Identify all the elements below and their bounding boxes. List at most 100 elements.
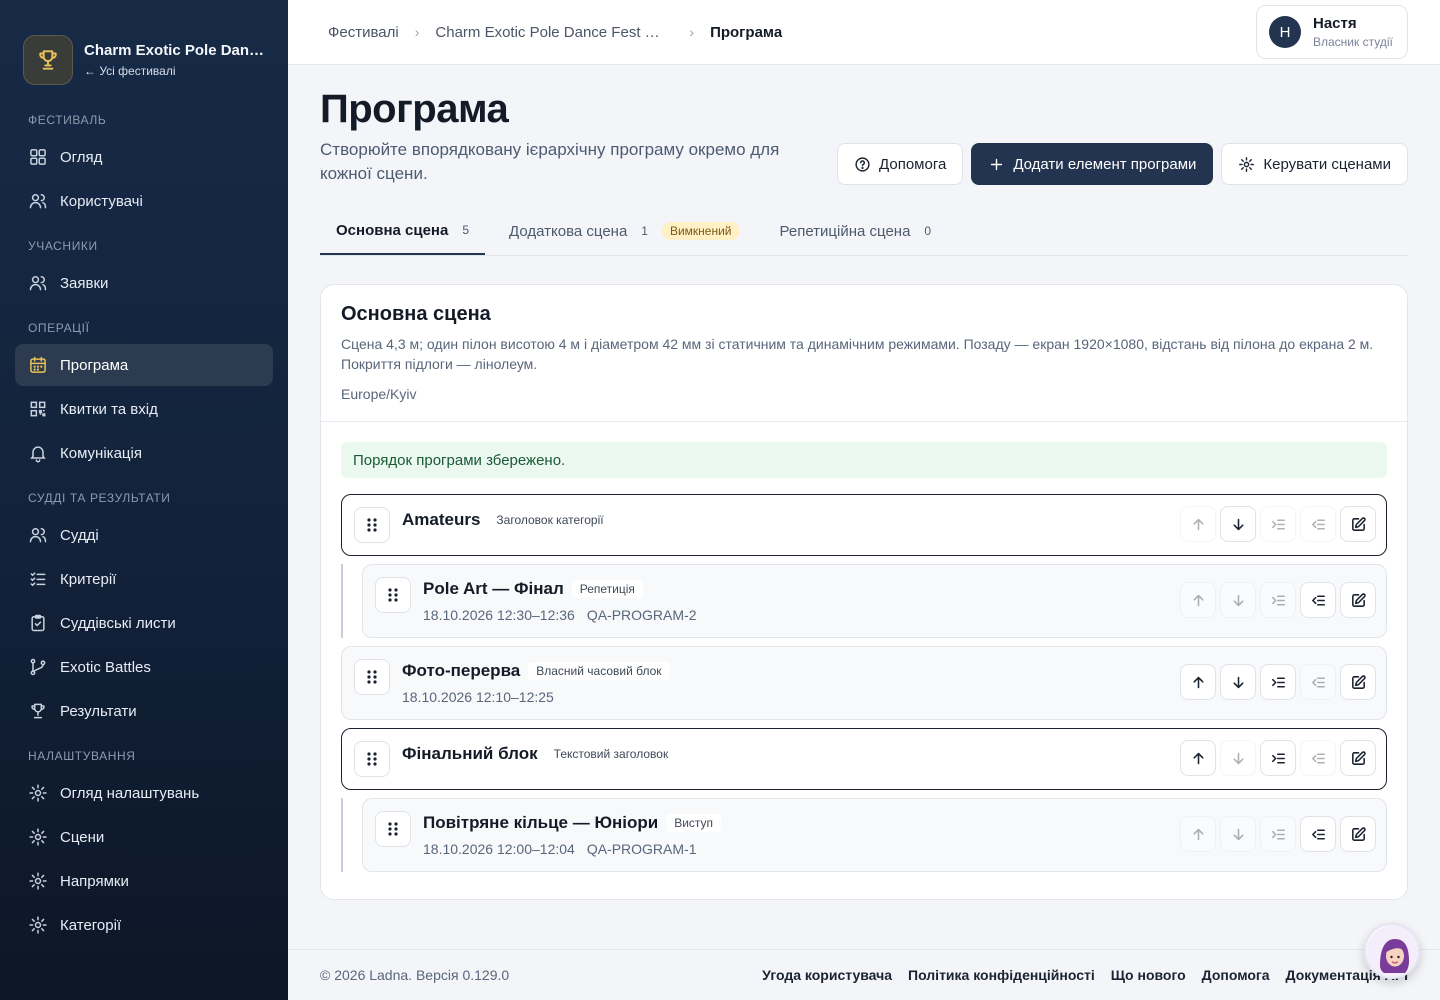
move-down-button[interactable] xyxy=(1220,506,1256,542)
footer-link-whats-new[interactable]: Що нового xyxy=(1111,967,1186,983)
nav-heading: Судді та результати xyxy=(28,491,171,505)
sidebar-item-label: Огляд налаштувань xyxy=(60,784,200,802)
page-title: Програма xyxy=(320,87,509,131)
edit-button[interactable] xyxy=(1340,664,1376,700)
user-name: Настя xyxy=(1313,15,1357,32)
all-festivals-link[interactable]: ← Усі фестивалі xyxy=(84,64,266,78)
sidebar-item[interactable]: Судді xyxy=(15,514,273,556)
sidebar-item[interactable]: Категорії xyxy=(15,904,273,946)
qr-icon xyxy=(28,399,48,419)
sidebar-item-label: Програма xyxy=(60,356,129,374)
move-down-button[interactable] xyxy=(1220,664,1256,700)
move-up-button[interactable] xyxy=(1180,740,1216,776)
sidebar-item[interactable]: Суддівські листи xyxy=(15,602,273,644)
edit-button[interactable] xyxy=(1340,506,1376,542)
main-content: Програма Створюйте впорядковану ієрархіч… xyxy=(288,65,1440,1000)
nav-heading: Налаштування xyxy=(28,749,136,763)
move-down-button xyxy=(1220,582,1256,618)
manage-stages-label: Керувати сценами xyxy=(1263,155,1391,173)
footer-link-help[interactable]: Допомога xyxy=(1202,967,1270,983)
indent-button xyxy=(1260,816,1296,852)
sidebar-item[interactable]: Квитки та вхід xyxy=(15,388,273,430)
outdent-button[interactable] xyxy=(1300,816,1336,852)
add-program-item-button[interactable]: Додати елемент програми xyxy=(971,143,1214,185)
stage-tab[interactable]: Основна сцена 5 xyxy=(320,207,486,255)
tab-label: Основна сцена xyxy=(336,221,449,239)
help-label: Допомога xyxy=(879,155,947,173)
sidebar-item[interactable]: Сцени xyxy=(15,816,273,858)
edit-button[interactable] xyxy=(1340,816,1376,852)
sidebar-item[interactable]: Заявки xyxy=(15,262,273,304)
stage-tab[interactable]: Репетиційна сцена 0 xyxy=(764,207,948,255)
move-up-button[interactable] xyxy=(1180,664,1216,700)
sidebar-item-label: Судді xyxy=(60,526,99,544)
stage-description: Сцена 4,3 м; один пілон висотою 4 м і ді… xyxy=(341,336,1374,372)
trophy-icon xyxy=(28,701,48,721)
edit-button[interactable] xyxy=(1340,740,1376,776)
sidebar-item-label: Суддівські листи xyxy=(60,614,176,632)
edit-button[interactable] xyxy=(1340,582,1376,618)
brand: Charm Exotic Pole Dance Fest — Autumn 20… xyxy=(0,0,288,96)
branch-icon xyxy=(28,657,48,677)
sidebar-item[interactable]: Результати xyxy=(15,690,273,732)
program-item-name: Фінальний блок xyxy=(402,744,538,763)
sidebar-item[interactable]: Програма xyxy=(15,344,273,386)
help-button[interactable]: Допомога xyxy=(837,143,964,185)
gear-icon xyxy=(28,783,48,803)
program-item-code: QA-PROGRAM-1 xyxy=(586,841,697,857)
breadcrumb: Фестивалі › Charm Exotic Pole Dance Fest… xyxy=(328,24,782,41)
drag-handle-icon[interactable] xyxy=(375,577,411,613)
manage-stages-button[interactable]: Керувати сценами xyxy=(1221,143,1408,185)
move-up-button xyxy=(1180,582,1216,618)
dashboard-icon xyxy=(28,147,48,167)
footer-link-terms[interactable]: Угода користувача xyxy=(762,967,892,983)
sidebar-item[interactable]: Критерії xyxy=(15,558,273,600)
assistant-avatar-icon[interactable] xyxy=(1364,923,1420,979)
tab-count: 1 xyxy=(641,224,648,238)
stage-card: Основна сцена Сцена 4,3 м; один пілон ви… xyxy=(320,284,1408,900)
program-item-controls xyxy=(1180,740,1376,776)
sidebar-item[interactable]: Користувачі xyxy=(15,180,273,222)
indent-button[interactable] xyxy=(1260,664,1296,700)
move-down-button xyxy=(1220,816,1256,852)
sidebar-item[interactable]: Огляд xyxy=(15,136,273,178)
sidebar-item[interactable]: Огляд налаштувань xyxy=(15,772,273,814)
page-actions: Допомога Додати елемент програми Керуват… xyxy=(837,143,1408,185)
program-item-time: 18.10.2026 12:10–12:25 xyxy=(402,689,554,705)
breadcrumb-current: Програма xyxy=(710,23,783,41)
outdent-button[interactable] xyxy=(1300,582,1336,618)
drag-handle-icon[interactable] xyxy=(354,741,390,777)
indent-button[interactable] xyxy=(1260,740,1296,776)
chevron-right-icon: › xyxy=(689,24,695,40)
gear-icon xyxy=(28,871,48,891)
program-item-name: Amateurs xyxy=(402,510,481,529)
sidebar-item[interactable]: Напрямки xyxy=(15,860,273,902)
program-item-name: Pole Art — Фінал xyxy=(423,579,564,598)
program-item-type: Репетиція xyxy=(571,580,643,598)
stage-tab[interactable]: Додаткова сцена 1 Вимкнений xyxy=(493,207,755,255)
breadcrumb-festival[interactable]: Charm Exotic Pole Dance Fest — Autumn 20… xyxy=(435,24,673,41)
sidebar-item-label: Заявки xyxy=(60,274,109,292)
sidebar-item-label: Критерії xyxy=(60,570,117,588)
tab-count: 0 xyxy=(924,224,932,238)
gear-icon xyxy=(28,915,48,935)
program-item: Повітряне кільце — Юніори Виступ 18.10.2… xyxy=(362,798,1387,872)
sidebar-item[interactable]: Exotic Battles xyxy=(15,646,273,688)
tab-label: Репетиційна сцена xyxy=(779,222,911,240)
program-item-type: Заголовок категорії xyxy=(488,511,612,529)
sidebar-item[interactable]: Комунікація xyxy=(15,432,273,474)
sidebar-nav: Фестиваль Огляд Користувачі Учасники Зая… xyxy=(0,104,288,946)
nav-heading: Фестиваль xyxy=(28,113,107,127)
breadcrumb-festivals[interactable]: Фестивалі xyxy=(328,24,399,41)
nav-section: Фестиваль Огляд Користувачі xyxy=(0,104,288,222)
stage-tabs: Основна сцена 5 Додаткова сцена 1 Вимкне… xyxy=(320,207,1408,256)
user-menu[interactable]: Н Настя Власник студії xyxy=(1256,5,1408,59)
move-up-button xyxy=(1180,506,1216,542)
program-item-controls xyxy=(1180,582,1376,618)
drag-handle-icon[interactable] xyxy=(354,507,390,543)
drag-handle-icon[interactable] xyxy=(375,811,411,847)
outdent-button xyxy=(1300,740,1336,776)
sidebar-item-label: Огляд xyxy=(60,148,103,166)
drag-handle-icon[interactable] xyxy=(354,659,390,695)
footer-link-privacy[interactable]: Політика конфіденційності xyxy=(908,967,1095,983)
